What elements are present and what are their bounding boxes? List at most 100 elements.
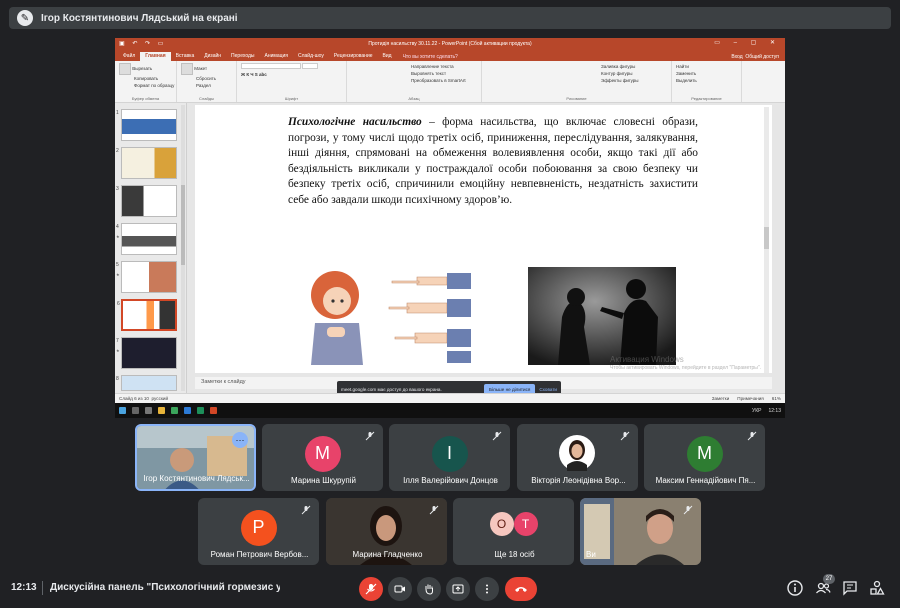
participant-name: Вікторія Леонідівна Вор... [531,476,626,485]
thumbnail: 3 [116,185,177,217]
participant-tile[interactable]: Марина Гладченко [326,498,447,565]
font-group: Ж К Ч S abc Шрифт [237,61,347,102]
excel-icon [197,407,204,414]
window-controls: ▭ – ▢ ✕ [714,40,781,46]
avatar: Т [513,511,538,536]
thumbnail-active: 6 [117,299,177,331]
taskbar-icons [119,407,217,414]
info-icon[interactable] [787,580,803,596]
signin: Вход Общий доступ [731,54,779,60]
more-options-button[interactable] [475,577,499,601]
more-vert-icon [486,584,488,594]
slide-scrollbar [764,107,769,373]
windows-taskbar: УКР 12:13 [115,403,785,418]
ribbon: Вырезать Копировать Формат по образцу Бу… [115,61,785,103]
hand-icon [425,584,433,595]
quick-access-icons: ▣ ↶ ↷ ▭ [119,41,167,47]
participant-tile[interactable]: Р Роман Петрович Вербов... [198,498,319,565]
camera-toggle-button[interactable] [388,577,412,601]
ppt-tabs: Файл Главная Вставка Дизайн Переходы Ани… [115,50,785,61]
slide-text: Психологічне насильство – форма насильст… [288,115,698,209]
activation-watermark: Активация Windows [610,355,684,364]
camera-icon [394,585,405,593]
tab-transitions: Переходы [231,53,255,59]
clock: 12:13 [11,582,37,593]
word-icon [184,407,191,414]
share-message: meet.google.com має доступ до вашого екр… [341,386,442,392]
avatar: О [489,511,514,536]
avatar: М [304,435,341,472]
mic-off-icon [365,583,377,595]
status-zoom: 61% [771,396,781,401]
mic-off-icon [301,505,311,515]
more-participants-tile[interactable]: О Т Ще 18 осіб [453,498,574,565]
tab-design: Дизайн [204,53,222,59]
participant-name: Марина Шкурупій [291,476,356,485]
participant-name: Максим Геннадійович Пя... [655,476,756,485]
slide-term: Психологічне насильство [288,116,422,128]
present-screen-icon [452,584,464,594]
shared-screen: ▣ ↶ ↷ ▭ Протидія насильству 30.11.22 - P… [115,38,785,418]
mic-toggle-button[interactable] [359,577,383,601]
end-call-button[interactable] [505,577,537,601]
windows-start-icon [119,407,126,414]
drawing-group: Заливка фигуры Контур фигуры Эффекты фиг… [482,61,672,102]
participant-name: Роман Петрович Вербов... [210,550,309,559]
status-slide: Слайд 6 из 10 [119,396,149,401]
raise-hand-button[interactable] [417,577,441,601]
thumbnail: 4 ★ [116,223,177,255]
ppt-workspace: 1 2 3 4 ★ 5 ★ 6 7 ★ 8 Психологічне насильст… [115,103,785,393]
clipboard-group: Вырезать Копировать Формат по образцу Бу… [115,61,177,102]
avatar: М [686,435,723,472]
tab-file: Файл [123,53,136,59]
chat-icon[interactable] [842,580,858,596]
slide-body: – форма насильства, що включає словесні … [288,116,698,206]
end-call-icon [515,587,527,592]
thumbnail-scrollbar [181,105,185,391]
presenter-banner-text: Ігор Костянтинович Лядський на екрані [41,12,238,24]
activation-watermark-sub: Чтобы активировать Windows, перейдите в … [610,365,762,371]
ppt-status-bar: Слайд 6 из 10 русский Заметки Примечания… [115,393,785,403]
mic-off-icon [683,505,693,515]
avatar: І [431,435,468,472]
slide-thumbnails: 1 2 3 4 ★ 5 ★ 6 7 ★ 8 [115,103,187,393]
mic-off-icon [429,505,439,515]
participant-tile-you[interactable]: Ви [580,498,701,565]
powerpoint-icon [210,407,217,414]
tab-home: Главная [140,52,171,61]
participant-tile[interactable]: І Ілля Валерійович Донцов [389,424,510,491]
thumbnail: 8 [116,375,177,391]
participant-tile-self[interactable]: ⋯ Ігор Костянтинович Лядськ... [135,424,256,491]
participant-tile[interactable]: Вікторія Леонідівна Вор... [517,424,638,491]
activities-icon[interactable] [869,580,885,596]
divider [42,581,43,595]
participant-tile[interactable]: М Марина Шкурупій [262,424,383,491]
presenter-banner: ✎ Ігор Костянтинович Лядський на екрані [9,7,891,29]
status-notes: Заметки [711,396,730,401]
hide-share-bar-button: Сховати [539,386,557,392]
tab-view: Вид [382,53,392,59]
avatar-photo [559,435,595,471]
ppt-title-bar: ▣ ↶ ↷ ▭ Протидія насильству 30.11.22 - P… [115,38,785,50]
status-lang: русский [151,396,169,401]
system-tray: УКР 12:13 [752,407,781,414]
silhouette-photo [528,267,676,365]
participant-tile[interactable]: М Максим Геннадійович Пя... [644,424,765,491]
tell-me: Что вы хотите сделать? [402,54,458,60]
explorer-icon [158,407,165,414]
participant-name: Марина Гладченко [352,550,423,559]
more-participants-label: Ще 18 осіб [494,550,535,559]
status-comments: Примечания [737,396,764,401]
participants-count-badge: 27 [823,574,835,584]
paragraph-group: Направление текста Выровнять текст Преоб… [347,61,482,102]
mic-off-icon [620,431,630,441]
participant-name: Ілля Валерійович Донцов [403,476,498,485]
participant-name: Ви [586,550,596,559]
mic-off-icon [747,431,757,441]
slides-group: Макет Сбросить Раздел Слайды [177,61,237,102]
editing-group: Найти Заменить Выделить Редактирование [672,61,742,102]
present-button[interactable] [446,577,470,601]
avatar: Р [240,509,277,546]
more-options-icon[interactable]: ⋯ [232,432,248,448]
search-icon [132,407,139,414]
